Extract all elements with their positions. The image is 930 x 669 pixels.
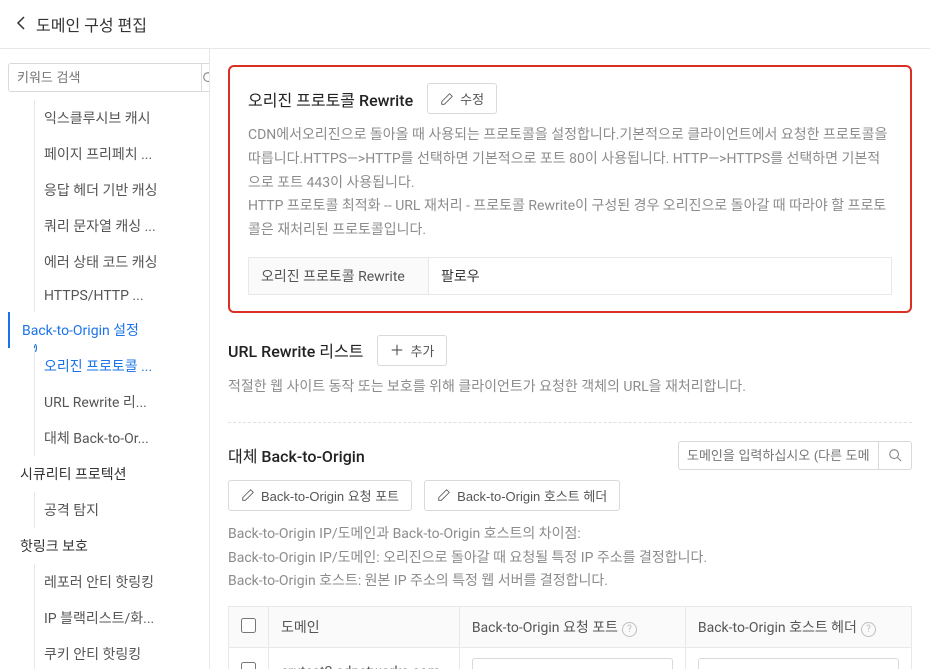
edit-button[interactable]: 수정 (427, 83, 497, 114)
search-icon (888, 448, 902, 462)
btn-port-label: Back-to-Origin 요청 포트 (261, 486, 399, 505)
back-to-origin-port-button[interactable]: Back-to-Origin 요청 포트 (228, 480, 412, 511)
sidebar-item-error-code-cache[interactable]: 에러 상태 코드 캐싱 (8, 244, 201, 280)
sidebar-group-security[interactable]: 시큐리티 프로텍션 (8, 456, 201, 492)
col-host: Back-to-Origin 호스트 헤더? (685, 607, 911, 648)
sidebar-item-query-string-cache[interactable]: 쿼리 문자열 캐싱 ... (8, 208, 201, 244)
domain-search-input[interactable] (678, 441, 878, 470)
add-label: 추가 (410, 341, 434, 360)
back-to-origin-notes: Back-to-Origin IP/도메인과 Back-to-Origin 호스… (228, 523, 912, 594)
edit-icon (440, 92, 454, 106)
select-all-checkbox[interactable] (241, 618, 256, 633)
edit-icon (437, 488, 451, 502)
back-to-origin-table: 도메인 Back-to-Origin 요청 포트? Back-to-Origin… (228, 606, 912, 669)
back-to-origin-panel: 대체 Back-to-Origin Back-to-Origin 요청 포트 B… (228, 441, 912, 669)
sidebar-group-back-to-origin[interactable]: Back-to-Origin 설정 (10, 312, 201, 348)
origin-protocol-rewrite-panel: 오리진 프로토콜 Rewrite 수정 CDN에서오리진으로 돌아올 때 사용되… (228, 65, 912, 313)
host-input[interactable] (698, 658, 899, 669)
origin-rewrite-value: 팔로우 (429, 258, 891, 294)
back-to-origin-host-button[interactable]: Back-to-Origin 호스트 헤더 (424, 480, 620, 511)
back-icon[interactable] (16, 15, 26, 34)
page-title: 도메인 구성 편집 (36, 12, 147, 36)
sidebar-group-hotlink[interactable]: 핫링크 보호 (8, 528, 201, 564)
sidebar-item-url-rewrite[interactable]: URL Rewrite 리... (8, 384, 201, 420)
plus-icon (390, 343, 404, 357)
port-input[interactable] (472, 658, 673, 669)
sidebar-item-page-prefetch[interactable]: 페이지 프리페치 ... (8, 136, 201, 172)
sidebar-search-button[interactable] (202, 63, 210, 92)
sidebar-item-origin-protocol[interactable]: 오리진 프로토콜 ... (8, 348, 201, 384)
edit-label: 수정 (460, 89, 484, 108)
sidebar-item-ip-blacklist[interactable]: IP 블랙리스트/화... (8, 600, 201, 636)
help-icon[interactable]: ? (861, 622, 876, 637)
help-icon[interactable]: ? (622, 622, 637, 637)
url-rewrite-panel: URL Rewrite 리스트 추가 적절한 웹 사이트 동작 또는 보호를 위… (228, 335, 912, 400)
domain-search-button[interactable] (878, 441, 912, 470)
sidebar-item-resp-header-cache[interactable]: 응답 헤더 기반 캐싱 (8, 172, 201, 208)
btn-host-label: Back-to-Origin 호스트 헤더 (457, 486, 607, 505)
sidebar: 익스클루시브 캐시 페이지 프리페치 ... 응답 헤더 기반 캐싱 쿼리 문자… (0, 49, 210, 669)
sidebar-item-attack-detect[interactable]: 공격 탐지 (8, 492, 201, 528)
origin-rewrite-value-row: 오리진 프로토콜 Rewrite 팔로우 (248, 257, 892, 295)
sidebar-item-alt-back-to-origin[interactable]: 대체 Back-to-Or... (8, 420, 201, 456)
sidebar-search-input[interactable] (8, 63, 202, 92)
origin-rewrite-title: 오리진 프로토콜 Rewrite (248, 87, 413, 111)
edit-icon (241, 488, 255, 502)
table-row: crutest2.cdnetworks.com (229, 648, 912, 669)
sidebar-item-referer-hotlink[interactable]: 레포러 안티 핫링킹 (8, 564, 201, 600)
back-to-origin-title: 대체 Back-to-Origin (228, 443, 365, 467)
sidebar-item-exclusive-cache[interactable]: 익스클루시브 캐시 (8, 100, 201, 136)
col-domain: 도메인 (269, 607, 460, 648)
url-rewrite-title: URL Rewrite 리스트 (228, 338, 363, 362)
sidebar-item-cookie-hotlink[interactable]: 쿠키 안티 핫링킹 (8, 636, 201, 669)
cell-domain: crutest2.cdnetworks.com (269, 648, 460, 669)
origin-rewrite-desc: CDN에서오리진으로 돌아올 때 사용되는 프로토콜을 설정합니다.기본적으로 … (248, 124, 892, 243)
col-port: Back-to-Origin 요청 포트? (459, 607, 685, 648)
search-icon (202, 71, 210, 85)
add-button[interactable]: 추가 (377, 335, 447, 366)
url-rewrite-desc: 적절한 웹 사이트 동작 또는 보호를 위해 클라이언트가 요청한 객체의 UR… (228, 376, 912, 400)
sidebar-item-https-http[interactable]: HTTPS/HTTP ... (8, 280, 201, 312)
origin-rewrite-key: 오리진 프로토콜 Rewrite (249, 258, 429, 294)
